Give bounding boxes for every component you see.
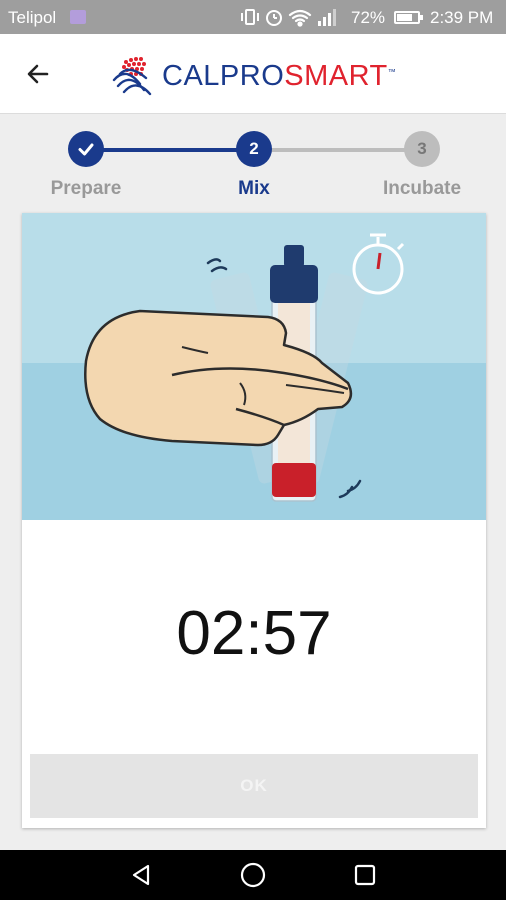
system-nav-bar [0, 850, 506, 900]
vibrate-icon [241, 9, 259, 25]
step-connector-done [86, 148, 254, 152]
countdown-timer: 02:57 [176, 599, 332, 668]
shake-tube-illustration [22, 213, 486, 520]
step-3-circle: 3 [404, 131, 440, 167]
mix-step-card: 02:57 OK [22, 213, 486, 828]
app-bar: CALPROSMART™ [0, 34, 506, 114]
battery-icon [394, 11, 423, 24]
back-button[interactable] [20, 56, 56, 92]
signal-icon [318, 9, 336, 26]
nav-back-button[interactable] [126, 860, 156, 890]
logo-text-smart: SMART [284, 60, 388, 92]
step-connector-pending [254, 148, 422, 152]
nav-back-icon [132, 864, 150, 886]
ok-button[interactable]: OK [30, 754, 478, 818]
wifi-icon [288, 9, 312, 27]
logo-wordmark: CALPROSMART™ [162, 60, 396, 93]
battery-percent: 72% [351, 8, 386, 27]
step-1-label: Prepare [50, 178, 122, 199]
logo-mark-icon [112, 57, 152, 96]
arrow-left-icon [27, 64, 49, 84]
calprosmart-logo: CALPROSMART™ [110, 50, 400, 98]
nav-recents-icon [354, 864, 376, 886]
step-2-label: Mix [238, 178, 270, 199]
status-icons [241, 9, 336, 27]
nav-recents-button[interactable] [350, 860, 380, 890]
alarm-icon [266, 10, 282, 26]
status-time: 2:39 PM [430, 8, 494, 27]
logo-text-calpro: CALPRO [162, 60, 285, 92]
step-3-label: Incubate [382, 178, 462, 199]
notification-icon [70, 10, 86, 24]
logo-trademark: ™ [387, 67, 397, 77]
nav-home-icon [240, 862, 266, 888]
carrier-name: Telipol [8, 8, 57, 27]
status-bar: Telipol 72% 2:39 PM [0, 0, 506, 34]
check-icon [78, 143, 94, 156]
progress-stepper: 2 3 Prepare Mix Incubate [0, 114, 506, 212]
mixing-illustration [22, 213, 486, 520]
nav-home-button[interactable] [238, 860, 268, 890]
step-2-circle: 2 [236, 131, 272, 167]
step-1-circle [68, 131, 104, 167]
